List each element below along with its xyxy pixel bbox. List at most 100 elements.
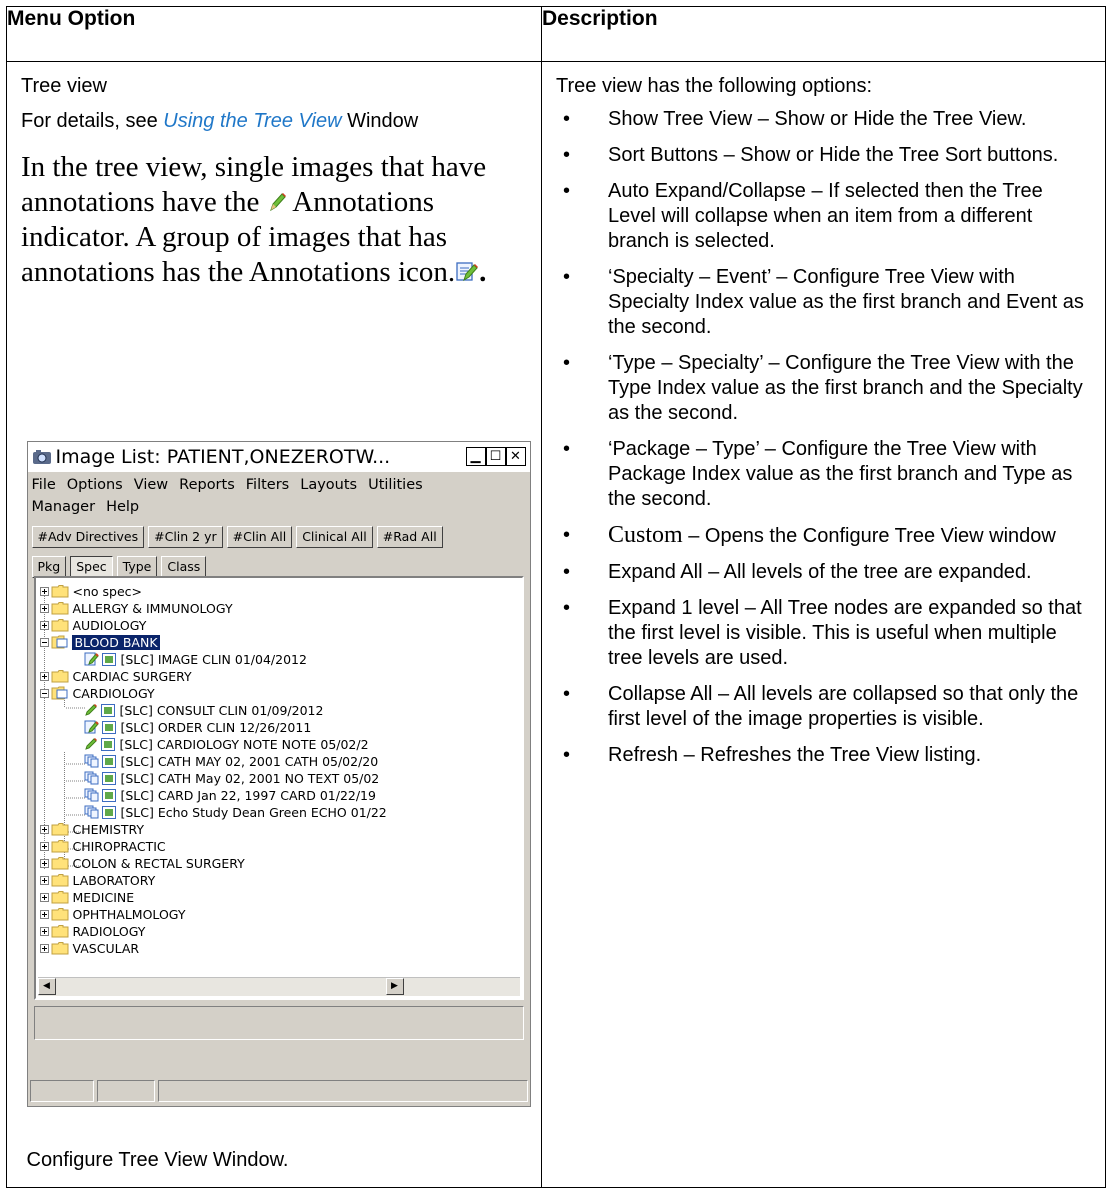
horizontal-scrollbar[interactable]: ◀ ▶ <box>37 976 520 996</box>
tree-node-label: COLON & RECTAL SURGERY <box>72 855 245 871</box>
status-bar <box>29 1079 528 1104</box>
menu-manager[interactable]: Manager <box>32 499 96 515</box>
tree-node-label: ALLERGY & IMMUNOLOGY <box>72 600 233 616</box>
filter-adv-directives-button[interactable]: #Adv Directives <box>31 525 145 548</box>
tree-image-node[interactable]: [SLC] ORDER CLIN 12/26/2011 <box>84 719 311 736</box>
folder-icon <box>51 822 68 835</box>
close-icon[interactable]: ✕ <box>505 447 526 466</box>
using-tree-view-link[interactable]: Using the Tree View <box>163 110 341 132</box>
window-title: Image List: PATIENT,ONEZEROTW... <box>55 445 391 468</box>
sort-spec-button[interactable]: Spec <box>70 555 113 578</box>
expander-icon[interactable] <box>39 824 49 834</box>
folder-icon <box>51 873 68 886</box>
tree-node-label: <no spec> <box>72 583 142 599</box>
tree-image-node[interactable]: [SLC] CARDIOLOGY NOTE NOTE 05/02/2 <box>84 736 369 753</box>
tree-image-node[interactable]: [SLC] Echo Study Dean Green ECHO 01/22 <box>84 804 387 821</box>
sort-type-button[interactable]: Type <box>116 555 158 578</box>
menu-utilities[interactable]: Utilities <box>368 477 423 493</box>
expander-icon[interactable] <box>39 637 49 647</box>
tree-image-node[interactable]: [SLC] CONSULT CLIN 01/09/2012 <box>84 702 324 719</box>
menu-reports[interactable]: Reports <box>179 477 235 493</box>
filter-clinical-all-button[interactable]: Clinical All <box>296 525 373 548</box>
tree-node-label: VASCULAR <box>72 940 140 956</box>
options-list: Show Tree View – Show or Hide the Tree V… <box>556 107 1095 768</box>
menu-options[interactable]: Options <box>67 477 123 493</box>
expander-icon[interactable] <box>39 841 49 851</box>
expander-icon[interactable] <box>39 688 49 698</box>
expander-icon[interactable] <box>39 892 49 902</box>
filter-clin-2yr-button[interactable]: #Clin 2 yr <box>148 525 223 548</box>
menu-view[interactable]: View <box>134 477 168 493</box>
menu-layouts[interactable]: Layouts <box>300 477 357 493</box>
scroll-left-icon[interactable]: ◀ <box>37 977 56 995</box>
filter-clin-all-button[interactable]: #Clin All <box>226 525 293 548</box>
expander-icon[interactable] <box>39 671 49 681</box>
expander-icon[interactable] <box>39 875 49 885</box>
tree-node-label: LABORATORY <box>72 872 156 888</box>
expander-icon[interactable] <box>39 909 49 919</box>
scroll-right-icon[interactable]: ▶ <box>385 977 404 995</box>
tree-image-node[interactable]: [SLC] CATH MAY 02, 2001 CATH 05/02/20 <box>84 753 379 770</box>
tree-node-label: MEDICINE <box>72 889 135 905</box>
tree-folder-node[interactable]: VASCULAR <box>39 940 140 957</box>
menu-help[interactable]: Help <box>106 499 139 515</box>
expander-icon[interactable] <box>39 603 49 613</box>
header-description: Description <box>541 6 1106 62</box>
expander-icon[interactable] <box>39 943 49 953</box>
tree-node-label: [SLC] CARDIOLOGY NOTE NOTE 05/02/2 <box>119 736 369 752</box>
folder-icon <box>51 669 68 682</box>
sort-pkg-button[interactable]: Pkg <box>31 555 67 578</box>
tree-node-label: CARDIAC SURGERY <box>72 668 192 684</box>
image-list-window: Image List: PATIENT,ONEZEROTW... ▁ ☐ ✕ F… <box>26 440 531 1107</box>
folder-icon <box>51 601 68 614</box>
tree-folder-node[interactable]: LABORATORY <box>39 872 156 889</box>
tree-view[interactable]: <no spec> ALLERGY & IMMUNOLOGY AUDIOLOGY… <box>33 575 524 1000</box>
tree-folder-node[interactable]: CHIROPRACTIC <box>39 838 166 855</box>
pencil-icon <box>84 737 97 750</box>
tree-image-node[interactable]: [SLC] CARD Jan 22, 1997 CARD 01/22/19 <box>84 787 376 804</box>
tree-node-label: [SLC] CATH MAY 02, 2001 CATH 05/02/20 <box>120 753 379 769</box>
option-auto-expand: Auto Expand/Collapse – If selected then … <box>556 179 1095 254</box>
tree-node-label: [SLC] CONSULT CLIN 01/09/2012 <box>119 702 324 718</box>
tree-folder-node[interactable]: CARDIAC SURGERY <box>39 668 192 685</box>
menu-file[interactable]: File <box>32 477 56 493</box>
option-type-specialty: ‘Type – Specialty’ – Configure the Tree … <box>556 351 1095 426</box>
tree-folder-node[interactable]: <no spec> <box>39 583 142 600</box>
tree-image-node[interactable]: [SLC] IMAGE CLIN 01/04/2012 <box>84 651 307 668</box>
option-expand-1-level: Expand 1 level – All Tree nodes are expa… <box>556 596 1095 671</box>
sort-class-button[interactable]: Class <box>161 555 207 578</box>
expander-icon[interactable] <box>39 586 49 596</box>
image-group-icon <box>84 754 98 767</box>
tree-node-label: [SLC] Echo Study Dean Green ECHO 01/22 <box>120 804 387 820</box>
folder-icon <box>51 907 68 920</box>
folder-icon <box>51 890 68 903</box>
tree-folder-node[interactable]: OPHTHALMOLOGY <box>39 906 186 923</box>
tree-node-label: [SLC] IMAGE CLIN 01/04/2012 <box>120 651 307 667</box>
maximize-icon[interactable]: ☐ <box>485 447 506 466</box>
tree-node-label: OPHTHALMOLOGY <box>72 906 186 922</box>
expander-icon[interactable] <box>39 620 49 630</box>
tree-folder-node[interactable]: CHEMISTRY <box>39 821 144 838</box>
tree-node-label: CARDIOLOGY <box>72 685 155 701</box>
tree-folder-node[interactable]: ALLERGY & IMMUNOLOGY <box>39 600 233 617</box>
tree-node-label: AUDIOLOGY <box>72 617 147 633</box>
tree-node-label: [SLC] CATH May 02, 2001 NO TEXT 05/02 <box>120 770 380 786</box>
expander-icon[interactable] <box>39 926 49 936</box>
info-panel <box>33 1005 524 1040</box>
expander-icon[interactable] <box>39 858 49 868</box>
tree-folder-node[interactable]: MEDICINE <box>39 889 135 906</box>
tree-node-label: BLOOD BANK <box>72 634 160 650</box>
image-thumb-icon <box>101 703 116 717</box>
minimize-icon[interactable]: ▁ <box>465 447 486 466</box>
filter-rad-all-button[interactable]: #Rad All <box>376 525 443 548</box>
option-package-type: ‘Package – Type’ – Configure the Tree Vi… <box>556 437 1095 512</box>
tree-folder-node[interactable]: RADIOLOGY <box>39 923 145 940</box>
tree-folder-node[interactable]: CARDIOLOGY <box>39 685 155 702</box>
image-thumb-icon <box>102 805 117 819</box>
menu-filters[interactable]: Filters <box>246 477 289 493</box>
tree-folder-node[interactable]: AUDIOLOGY <box>39 617 147 634</box>
tree-image-node[interactable]: [SLC] CATH May 02, 2001 NO TEXT 05/02 <box>84 770 380 787</box>
tree-folder-node[interactable]: BLOOD BANK <box>39 634 160 651</box>
tree-folder-node[interactable]: COLON & RECTAL SURGERY <box>39 855 245 872</box>
tree-node-label: [SLC] CARD Jan 22, 1997 CARD 01/22/19 <box>120 787 376 803</box>
